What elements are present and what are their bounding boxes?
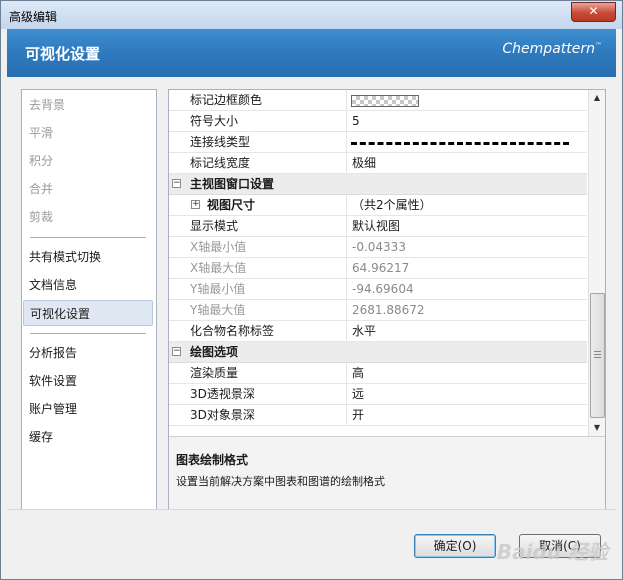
expand-icon[interactable]: + (191, 200, 200, 209)
grid-property-row[interactable]: + 视图尺寸 （共2个属性） (169, 195, 587, 216)
collapse-icon[interactable]: − (172, 179, 181, 188)
grip-line (594, 351, 601, 352)
property-name: 符号大小 (190, 114, 239, 128)
sidebar-item: 平滑 (29, 126, 54, 140)
watermark-logo: Baidu 经验 (496, 540, 608, 564)
scroll-up-arrow-icon[interactable]: ▲ (589, 90, 605, 106)
property-value: 64.96217 (346, 258, 587, 279)
grid-category-row[interactable]: − 绘图选项 (169, 342, 587, 363)
sidebar-separator (30, 237, 146, 238)
grid-property-row[interactable]: 渲染质量 高 (169, 363, 587, 384)
property-value[interactable]: 默认视图 (346, 216, 587, 237)
scroll-down-arrow-icon[interactable]: ▼ (589, 420, 605, 436)
description-text: 设置当前解决方案中图表和图谱的绘制格式 (176, 475, 385, 488)
property-value[interactable]: 高 (346, 363, 587, 384)
property-name: X轴最小值 (190, 240, 247, 254)
grid-property-row[interactable]: Y轴最小值 -94.69604 (169, 279, 587, 300)
grid-property-row[interactable]: X轴最大值 64.96217 (169, 258, 587, 279)
grid-property-row[interactable]: 标记线宽度 极细 (169, 153, 587, 174)
property-value: -94.69604 (346, 279, 587, 300)
window-title: 高级编辑 (9, 10, 58, 24)
sidebar-item[interactable]: 可视化设置 (23, 300, 153, 326)
description-pane: 图表绘制格式 设置当前解决方案中图表和图谱的绘制格式 (169, 436, 605, 511)
property-name: 标记边框颜色 (190, 93, 263, 107)
page-title: 可视化设置 (25, 45, 101, 63)
property-value[interactable]: 远 (346, 384, 587, 405)
grid-property-row[interactable]: 3D对象景深 开 (169, 405, 587, 426)
grip-line (594, 354, 601, 355)
sidebar-item: 剪裁 (29, 210, 54, 224)
grid-property-row[interactable]: 符号大小 5 (169, 111, 587, 132)
property-value[interactable] (346, 90, 587, 111)
sidebar-separator (30, 333, 146, 334)
property-grid: 标记边框颜色 符号大小 5 连接线类型 标记线宽度 极细 − 主视图窗口设置 + 视图尺寸 （共2个… (169, 90, 587, 436)
property-value[interactable] (346, 132, 587, 153)
property-value[interactable]: 5 (346, 111, 587, 132)
header-banner: 可视化设置 Chempattern™ (7, 29, 616, 78)
category-label: 主视图窗口设置 (190, 177, 275, 191)
property-value: -0.04333 (346, 237, 587, 258)
property-name: Y轴最小值 (190, 282, 246, 296)
property-value[interactable]: 开 (346, 405, 587, 426)
property-name: Y轴最大值 (190, 303, 246, 317)
sidebar-item: 去背景 (29, 98, 66, 112)
property-name: 渲染质量 (190, 366, 239, 380)
grid-property-row[interactable]: 显示模式 默认视图 (169, 216, 587, 237)
collapse-icon[interactable]: − (172, 347, 181, 356)
grid-property-row[interactable]: 连接线类型 (169, 132, 587, 153)
vertical-scrollbar[interactable]: ▲ ▼ (588, 90, 605, 436)
scroll-thumb[interactable] (590, 293, 605, 418)
sidebar-item[interactable]: 软件设置 (23, 368, 153, 394)
grid-property-row[interactable]: 3D透视景深 远 (169, 384, 587, 405)
property-value[interactable]: （共2个属性） (346, 195, 587, 216)
property-name: 标记线宽度 (190, 156, 251, 170)
grid-property-row[interactable]: X轴最小值 -0.04333 (169, 237, 587, 258)
title-bar[interactable]: 高级编辑 ✕ (1, 1, 622, 29)
property-name: X轴最大值 (190, 261, 247, 275)
close-button[interactable]: ✕ (571, 2, 616, 22)
property-value[interactable]: 极细 (346, 153, 587, 174)
dialog-body: 去背景平滑积分合并剪裁共有模式切换 文档信息 可视化设置分析报告 软件设置 账户管理 缓存… (7, 77, 616, 573)
dialog-window: 高级编辑 ✕ 可视化设置 Chempattern™ 去背景平滑积分合并剪裁共有模… (0, 0, 623, 580)
property-name: 显示模式 (190, 219, 239, 233)
brand-logo: Chempattern™ (502, 41, 602, 57)
description-title: 图表绘制格式 (176, 453, 249, 467)
property-name: 化合物名称标签 (190, 324, 275, 338)
grid-property-row[interactable]: 标记边框颜色 (169, 90, 587, 111)
sidebar-item[interactable]: 共有模式切换 (23, 244, 153, 270)
grid-category-row[interactable]: − 主视图窗口设置 (169, 174, 587, 195)
ok-button[interactable]: 确定(O) (414, 534, 496, 558)
sidebar-item[interactable]: 分析报告 (23, 340, 153, 366)
sidebar-item[interactable]: 缓存 (23, 424, 153, 450)
sidebar-item[interactable]: 文档信息 (23, 272, 153, 298)
property-name: 3D对象景深 (190, 408, 255, 422)
property-grid-panel: 标记边框颜色 符号大小 5 连接线类型 标记线宽度 极细 − 主视图窗口设置 + 视图尺寸 （共2个… (168, 89, 606, 511)
category-label: 绘图选项 (190, 345, 239, 359)
sidebar-item: 合并 (29, 182, 54, 196)
property-name: 3D透视景深 (190, 387, 255, 401)
property-value: 2681.88672 (346, 300, 587, 321)
sidebar-nav: 去背景平滑积分合并剪裁共有模式切换 文档信息 可视化设置分析报告 软件设置 账户管理 缓存 (21, 89, 157, 511)
grid-property-row[interactable]: 化合物名称标签 水平 (169, 321, 587, 342)
sidebar-item[interactable]: 账户管理 (23, 396, 153, 422)
grid-property-row[interactable]: Y轴最大值 2681.88672 (169, 300, 587, 321)
property-value[interactable]: 水平 (346, 321, 587, 342)
property-name: 连接线类型 (190, 135, 251, 149)
property-name: 视图尺寸 (207, 198, 256, 212)
sidebar-item: 积分 (29, 154, 54, 168)
transparent-color-swatch[interactable] (351, 95, 419, 107)
grip-line (594, 357, 601, 358)
dashed-line-preview (351, 142, 569, 145)
